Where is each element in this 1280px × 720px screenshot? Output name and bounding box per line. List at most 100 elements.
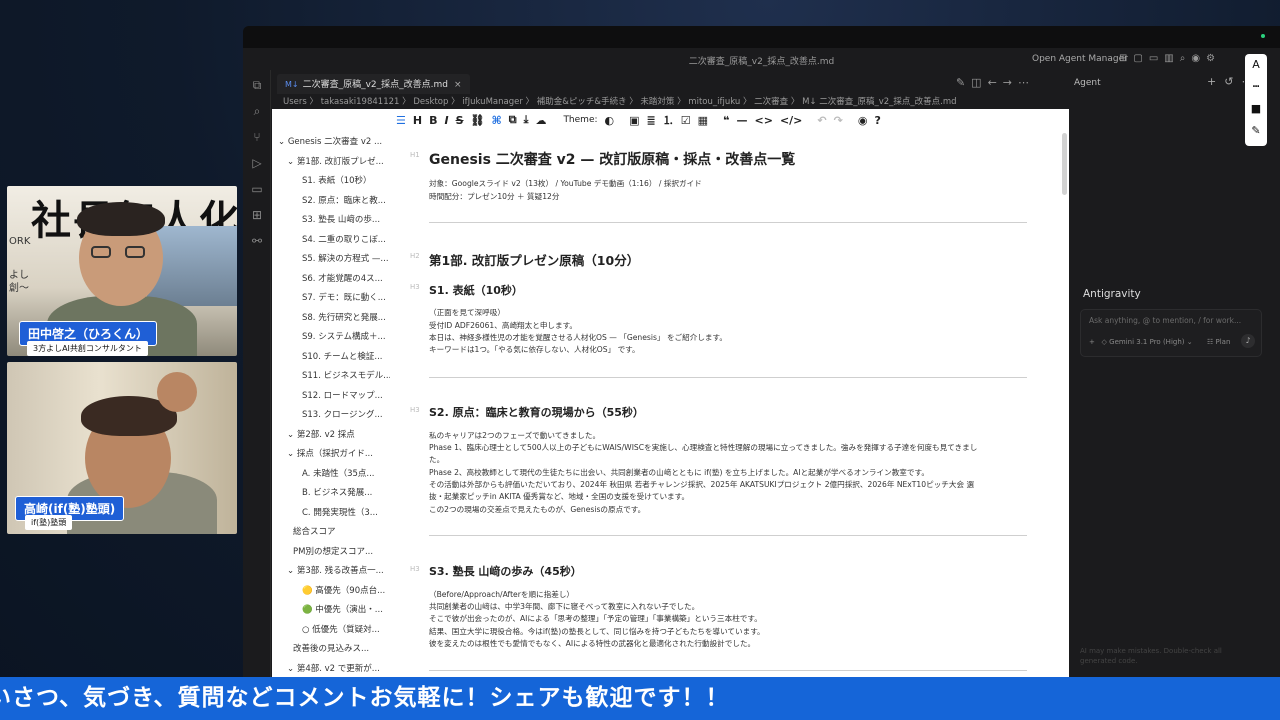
- graph-icon[interactable]: ⚯: [243, 228, 271, 254]
- more-icon[interactable]: ⋯: [1018, 76, 1035, 89]
- outline-item[interactable]: S5. 解決の方程式 —...: [272, 250, 390, 270]
- outline-item[interactable]: C. 開発実現性（3...: [272, 504, 390, 524]
- section-heading: 第1部. 改訂版プレゼン原稿（10分）: [429, 253, 640, 268]
- code-icon[interactable]: <>: [755, 114, 773, 127]
- outline-item[interactable]: S6. 才能覚醒の4ス...: [272, 270, 390, 290]
- edit-icon[interactable]: ✎: [956, 76, 971, 89]
- heading-icon[interactable]: H: [413, 114, 422, 127]
- outline-item[interactable]: ⌄ 第2部. v2 採点: [272, 426, 390, 446]
- redo-icon[interactable]: ↷: [834, 114, 843, 127]
- outline-item[interactable]: A. 未踏性（35点...: [272, 465, 390, 485]
- theme-label: Theme:: [563, 115, 598, 125]
- help-icon[interactable]: ?: [874, 114, 880, 127]
- forward-icon[interactable]: →: [1003, 76, 1018, 89]
- microphone-icon[interactable]: ♪: [1241, 334, 1255, 348]
- pen-tool-icon[interactable]: ✎: [1245, 120, 1267, 142]
- outline-item[interactable]: ⌄ 第1部. 改訂版プレゼ...: [272, 153, 390, 173]
- vscode-icon[interactable]: ⌘: [491, 114, 501, 127]
- outline-item[interactable]: S9. システム構成＋...: [272, 328, 390, 348]
- agent-chat-input[interactable]: Ask anything, @ to mention, / for work..…: [1080, 309, 1262, 357]
- outline-item[interactable]: S13. クロージング...: [272, 406, 390, 426]
- outline-item[interactable]: 総合スコア: [272, 523, 390, 543]
- paragraph-line: Phase 1、臨床心理士として500人以上の子どもにWAIS/WISCを実施し…: [429, 443, 978, 452]
- outline-item[interactable]: S8. 先行研究と発展...: [272, 309, 390, 329]
- paragraph-line: Phase 2、高校教師として現代の生徒たちに出会い、共同創業者の山﨑とともに …: [429, 468, 929, 477]
- tab-active-file[interactable]: M↓ 二次審査_原稿_v2_採点_改善点.md ×: [277, 74, 470, 94]
- markdown-editor[interactable]: ☰ H B I S ⛓ ⌘ ⧉ ⤓ ☁ Theme: ◐ ▣ ≣ ⒈ ☑ ▦ ❝…: [272, 109, 1069, 677]
- cloud-icon[interactable]: ☁: [535, 114, 546, 127]
- hr-icon[interactable]: —: [737, 114, 748, 127]
- extensions-icon[interactable]: ⊞: [243, 202, 271, 228]
- model-selector[interactable]: + ◇ Gemini 3.1 Pro (High) ⌄: [1089, 338, 1193, 346]
- back-icon[interactable]: ←: [988, 76, 1003, 89]
- heading-marker: H3: [410, 283, 420, 291]
- close-icon[interactable]: ×: [454, 80, 462, 90]
- quote-icon[interactable]: ❝: [723, 114, 729, 127]
- outline-item[interactable]: 🟢 中優先（演出・...: [272, 601, 390, 621]
- search-icon[interactable]: ⌕: [243, 98, 271, 124]
- export-icon[interactable]: ⤓: [524, 113, 529, 127]
- document-content: H1 Genesis 二次審査 v2 — 改訂版原稿・採点・改善点一覧 対象：G…: [402, 133, 1042, 677]
- source-control-icon[interactable]: ⑂: [243, 124, 271, 150]
- split-editor-icon[interactable]: ◫: [971, 76, 987, 89]
- checkbox-icon[interactable]: ☑: [681, 114, 691, 127]
- layout-icon[interactable]: ⊞: [1119, 53, 1127, 64]
- tab-label: 二次審査_原稿_v2_採点_改善点.md: [302, 80, 449, 90]
- paragraph-line: そこで彼が出会ったのが、AIによる「思考の整理」「予定の管理」「事業構築」という…: [429, 614, 762, 623]
- mode-selector[interactable]: ☷ Plan: [1207, 338, 1230, 346]
- outline-item[interactable]: ⌄ Genesis 二次審査 v2 ...: [272, 133, 390, 153]
- outline-item[interactable]: S11. ビジネスモデル...: [272, 367, 390, 387]
- code-block-icon[interactable]: </>: [780, 114, 802, 127]
- outline-item[interactable]: PM別の想定スコア...: [272, 543, 390, 563]
- outline-item[interactable]: B. ビジネス発展...: [272, 484, 390, 504]
- window-chrome: [243, 26, 1280, 48]
- outline-item[interactable]: S2. 原点：臨床と教...: [272, 192, 390, 212]
- outline-item[interactable]: 改善後の見込みス...: [272, 640, 390, 660]
- table-icon[interactable]: ▦: [698, 114, 708, 127]
- bold-icon[interactable]: B: [429, 114, 437, 127]
- sidebar-icon[interactable]: ▥: [1164, 53, 1173, 64]
- preview-icon[interactable]: ◉: [858, 114, 868, 127]
- image-icon[interactable]: ▣: [629, 114, 639, 127]
- history-icon[interactable]: ↺: [1224, 75, 1241, 88]
- account-icon[interactable]: ◉: [1191, 53, 1200, 64]
- heading-marker: H3: [410, 406, 420, 414]
- breadcrumb[interactable]: Users 〉 takasaki19841121 〉 Desktop 〉 ifJ…: [283, 95, 957, 107]
- outline-toggle-icon[interactable]: ☰: [396, 114, 406, 127]
- panel-icon[interactable]: ▢: [1133, 53, 1142, 64]
- outline-item[interactable]: S3. 塾長 山﨑の歩...: [272, 211, 390, 231]
- slide-heading: S3. 塾長 山﨑の歩み（45秒）: [429, 565, 582, 578]
- search-icon[interactable]: ⌕: [1180, 53, 1186, 64]
- copy-icon[interactable]: ⧉: [509, 113, 517, 127]
- link-icon[interactable]: ⛓: [471, 114, 485, 127]
- line-tool-icon[interactable]: ┅: [1245, 76, 1267, 98]
- explorer-icon[interactable]: ⧉: [243, 72, 271, 98]
- panel-bottom-icon[interactable]: ▭: [1149, 53, 1158, 64]
- new-chat-icon[interactable]: +: [1207, 75, 1224, 88]
- outline-item[interactable]: S1. 表紙（10秒）: [272, 172, 390, 192]
- stop-icon[interactable]: ■: [1245, 98, 1267, 120]
- outline-item[interactable]: ○ 低優先（質疑対...: [272, 621, 390, 641]
- document-title: Genesis 二次審査 v2 — 改訂版原稿・採点・改善点一覧: [429, 152, 796, 168]
- outline-item[interactable]: ⌄ 第3部. 残る改善点一...: [272, 562, 390, 582]
- outline-item[interactable]: S7. デモ：既に動く...: [272, 289, 390, 309]
- text-tool-icon[interactable]: A: [1245, 54, 1267, 76]
- outline-item[interactable]: S10. チームと検証...: [272, 348, 390, 368]
- mode-label: Plan: [1215, 338, 1231, 346]
- outline-item[interactable]: S12. ロードマップ...: [272, 387, 390, 407]
- theme-icon[interactable]: ◐: [605, 114, 615, 127]
- outline-item[interactable]: S4. 二重の取りこぼ...: [272, 231, 390, 251]
- editor-scrollbar[interactable]: [1062, 133, 1067, 195]
- remote-icon[interactable]: ▭: [243, 176, 271, 202]
- italic-icon[interactable]: I: [444, 114, 448, 127]
- strikethrough-icon[interactable]: S: [456, 114, 464, 127]
- bullet-list-icon[interactable]: ≣: [647, 114, 656, 127]
- open-agent-manager-button[interactable]: Open Agent Manager: [1032, 54, 1128, 64]
- numbered-list-icon[interactable]: ⒈: [663, 112, 674, 128]
- outline-item[interactable]: ⌄ 第4部. v2 で更新が...: [272, 660, 390, 678]
- run-debug-icon[interactable]: ▷: [243, 150, 271, 176]
- undo-icon[interactable]: ↶: [817, 114, 826, 127]
- settings-icon[interactable]: ⚙: [1206, 53, 1215, 64]
- outline-item[interactable]: ⌄ 採点（採択ガイド...: [272, 445, 390, 465]
- outline-item[interactable]: 🟡 高優先（90点台...: [272, 582, 390, 602]
